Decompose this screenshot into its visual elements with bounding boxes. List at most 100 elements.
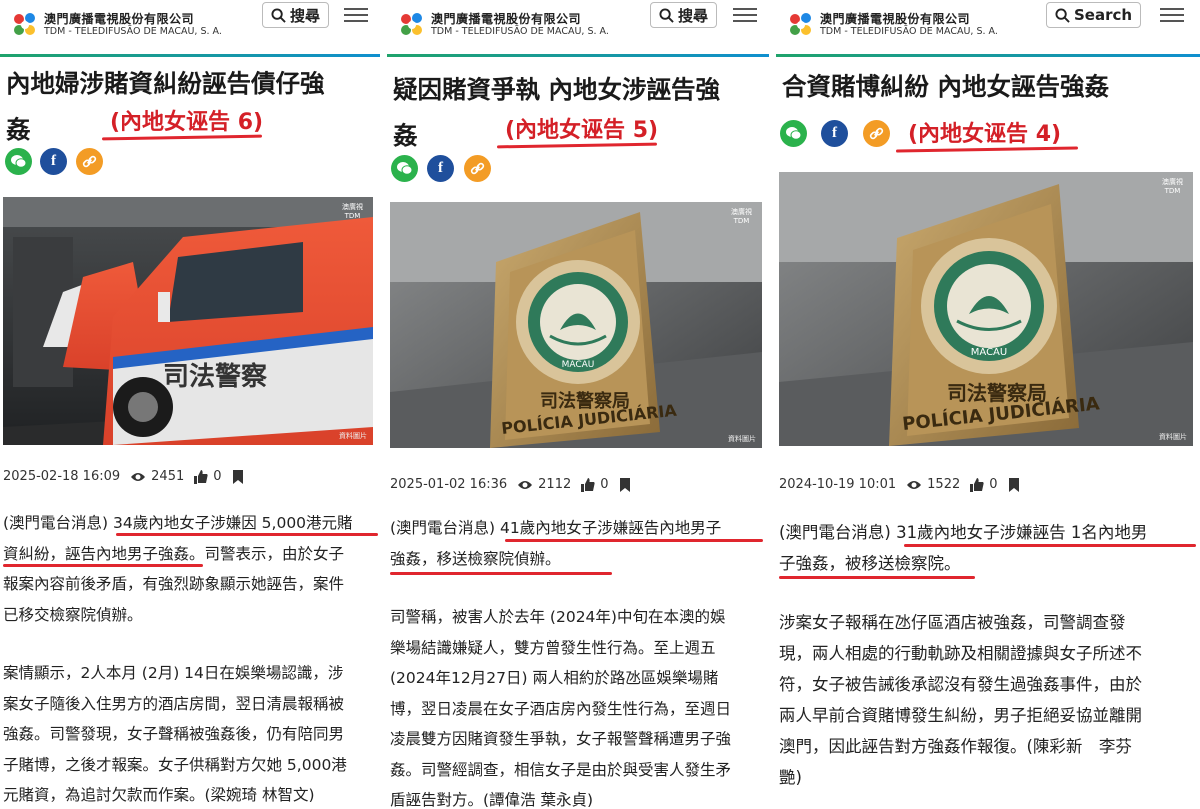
bookmark-icon[interactable]: [619, 477, 631, 492]
brand-name-cn: 澳門廣播電視股份有限公司: [431, 12, 582, 26]
facebook-icon: f: [51, 153, 56, 169]
search-label: 搜尋: [290, 6, 321, 25]
facebook-share-button[interactable]: f: [40, 148, 67, 175]
publish-datetime: 2025-01-02 16:36: [390, 477, 508, 492]
site-header: 澳門廣播電視股份有限公司 TDM - TELEDIFUSÃO DE MACAU,…: [387, 0, 769, 54]
search-label: Search: [1074, 6, 1133, 24]
annotation-underline: [116, 533, 378, 536]
bookmark-icon[interactable]: [232, 469, 244, 484]
link-share-button[interactable]: [863, 120, 890, 147]
facebook-share-button[interactable]: f: [427, 155, 454, 182]
view-count: 1522: [927, 477, 961, 492]
thumbs-up-icon[interactable]: [581, 477, 595, 492]
article-title-line: 疑因賭資爭執 內地女涉誣告強: [393, 75, 721, 104]
view-count: 2451: [151, 469, 185, 484]
article-line: 案女子隨後入住男方的酒店房間，翌日清晨報稱被: [3, 694, 345, 713]
publish-datetime: 2024-10-19 10:01: [779, 477, 897, 492]
article-paragraph: (澳門電台消息) 31歲內地女子涉嫌誣告 1名內地男 子強姦，被移送檢察院。: [779, 517, 1199, 579]
search-button[interactable]: 搜尋: [650, 2, 718, 28]
article-line: 樂場結識嫌疑人，雙方曾發生性行為。至上週五: [390, 638, 716, 657]
tdm-watermark-en: TDM: [1164, 187, 1181, 195]
article-meta: 2024-10-19 10:01 1522 0: [779, 477, 1025, 492]
article-photo: 司法警察 澳廣視 TDM 資料圖片: [3, 197, 373, 445]
article-photo: MACAU 司法警察局 POLÍCIA JUDICIÁRIA 澳廣視 TDM 資…: [390, 202, 762, 448]
hamburger-icon[interactable]: [1160, 4, 1184, 26]
article-meta: 2025-02-18 16:09 2451 0: [3, 469, 249, 484]
article-line: 姦。司警經調查，相信女子是由於與受害人發生矛: [390, 760, 732, 779]
wechat-share-button[interactable]: [780, 120, 807, 147]
search-button[interactable]: 搜尋: [262, 2, 330, 28]
tdm-watermark: 澳廣視 TDM: [1162, 178, 1183, 196]
article-line: 符，女子被告誡後承認沒有發生過強姦事件，由於: [779, 675, 1142, 694]
annotation-underline: [505, 539, 763, 542]
bookmark-icon[interactable]: [1008, 477, 1020, 492]
tdm-watermark-cn: 澳廣視: [342, 203, 363, 211]
tdm-watermark-en: TDM: [344, 212, 361, 220]
emblem-text: MACAU: [971, 347, 1007, 358]
link-icon: [470, 162, 485, 175]
publish-datetime: 2025-02-18 16:09: [3, 469, 121, 484]
policia-judiciaria-emblem-image: MACAU 司法警察局 POLÍCIA JUDICIÁRIA: [779, 172, 1193, 446]
article-panel-1: 澳門廣播電視股份有限公司 TDM - TELEDIFUSÃO DE MACAU,…: [0, 0, 380, 809]
brand-name-en: TDM - TELEDIFUSÃO DE MACAU, S. A.: [820, 26, 998, 37]
article-line: 現，兩人相處的行動軌跡及相關證據與女子所述不: [779, 644, 1142, 663]
panel-separator: [769, 0, 776, 809]
article-line: 兩人早前合資賭博發生糾紛，男子拒絕妥協並離開: [779, 706, 1142, 725]
facebook-share-button[interactable]: f: [821, 120, 848, 147]
annotation-underline: [390, 572, 612, 575]
article-line: 報案內容前後矛盾，有強烈跡象顯示她誣告，案件: [3, 575, 345, 593]
article-line: 艷): [779, 768, 802, 787]
link-share-button[interactable]: [76, 148, 103, 175]
article-title: 合資賭博糾紛 內地女誣告強姦: [782, 64, 1197, 110]
article-body: (澳門電台消息) 31歲內地女子涉嫌誣告 1名內地男 子強姦，被移送檢察院。 涉…: [779, 517, 1199, 793]
annotation-underline: [904, 544, 1196, 547]
eye-icon: [131, 472, 146, 481]
thumbs-up-icon[interactable]: [194, 469, 208, 484]
panel-separator: [380, 0, 387, 809]
photo-credit: 資料圖片: [728, 435, 756, 443]
search-button[interactable]: Search: [1046, 2, 1142, 28]
brand-name-cn: 澳門廣播電視股份有限公司: [820, 12, 971, 26]
search-icon: [659, 7, 674, 23]
tdm-logo-icon: [401, 13, 422, 35]
search-icon: [1055, 7, 1070, 23]
emblem-text: MACAU: [562, 360, 595, 370]
search-label: 搜尋: [678, 6, 709, 25]
article-title-line: 內地婦涉賭資糾紛誣告債仔強: [6, 69, 325, 98]
tdm-logo-icon: [790, 13, 811, 35]
header-divider: [387, 54, 769, 57]
tdm-watermark: 澳廣視 TDM: [731, 208, 752, 226]
article-photo: MACAU 司法警察局 POLÍCIA JUDICIÁRIA 澳廣視 TDM 資…: [779, 172, 1193, 446]
wechat-share-button[interactable]: [391, 155, 418, 182]
wechat-icon: [786, 127, 802, 140]
article-line: 強姦。司警發現，女子聲稱被強姦後，仍有陪同男: [3, 725, 345, 743]
annotation-underline: [3, 564, 203, 567]
brand-name-en: TDM - TELEDIFUSÃO DE MACAU, S. A.: [431, 26, 609, 37]
article-line: 案情顯示，2人本月 (2月) 14日在娛樂場認識，涉: [3, 664, 344, 682]
like-count: 0: [600, 477, 609, 492]
article-line: 澳門，因此誣告對方強姦作報復。(陳彩新 李芬: [779, 737, 1132, 756]
hamburger-icon[interactable]: [344, 4, 368, 26]
tdm-watermark-cn: 澳廣視: [1162, 178, 1183, 186]
view-count: 2112: [538, 477, 572, 492]
article-line: (2024年12月27日) 兩人相約於路氹區娛樂場賭: [390, 669, 719, 687]
facebook-icon: f: [832, 125, 837, 141]
site-header: 澳門廣播電視股份有限公司 TDM - TELEDIFUSÃO DE MACAU,…: [776, 0, 1200, 54]
eye-icon: [518, 480, 533, 489]
article-paragraph: 涉案女子報稱在氹仔區酒店被強姦，司警調查發 現，兩人相處的行動軌跡及相關證據與女…: [779, 607, 1199, 793]
hamburger-icon[interactable]: [733, 4, 757, 26]
article-meta: 2025-01-02 16:36 2112 0: [390, 477, 636, 492]
article-title-line: 合資賭博糾紛 內地女誣告強姦: [782, 72, 1110, 101]
brand-name-en: TDM - TELEDIFUSÃO DE MACAU, S. A.: [44, 26, 222, 37]
link-share-button[interactable]: [464, 155, 491, 182]
annotation-underline: [779, 576, 975, 579]
like-count: 0: [989, 477, 998, 492]
article-line: 強姦，移送檢察院偵辦。: [390, 549, 561, 568]
annotation-tag: (內地女诬告 4): [908, 122, 1062, 147]
thumbs-up-icon[interactable]: [970, 477, 984, 492]
tdm-watermark-cn: 澳廣視: [731, 208, 752, 216]
like-count: 0: [213, 469, 222, 484]
eye-icon: [907, 480, 922, 489]
header-divider: [776, 54, 1200, 57]
wechat-share-button[interactable]: [5, 148, 32, 175]
